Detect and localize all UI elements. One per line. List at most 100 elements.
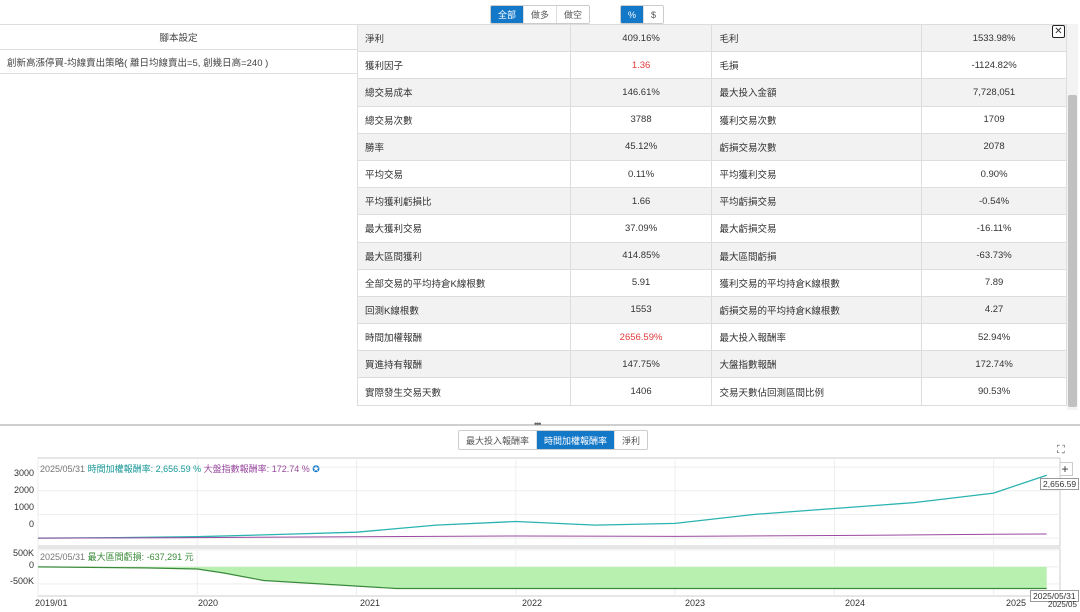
legend-twr-value: 2,656.59 % (155, 464, 202, 474)
stat-value: -63.73% (921, 241, 1067, 270)
stat-label: 平均獲利交易 (711, 159, 923, 189)
splitter-grip-icon[interactable]: ••• (534, 419, 542, 429)
direction-toggle: 全部 做多 做空 (490, 5, 591, 24)
performance-stats-table: 淨利 409.16% 毛利 1533.98% 獲利因子 1.36 毛損 -1124.82% 總交… (357, 23, 1067, 406)
stat-value: 1553 (569, 295, 713, 325)
stat-value: -16.11% (921, 214, 1067, 243)
stat-value: 3788 (569, 105, 713, 134)
y-tick: 0 (28, 560, 34, 570)
stats-row: 淨利 409.16% 毛利 1533.98% (357, 23, 1067, 53)
x-tick: 2021 (360, 598, 381, 608)
stat-label: 毛利 (711, 23, 923, 53)
drawdown-area (38, 566, 1047, 589)
stats-row: 時間加權報酬 2656.59% 最大投入報酬率 52.94% (357, 323, 1067, 352)
x-tick-end: 2025/05 (1048, 600, 1077, 609)
stat-label: 總交易次數 (357, 105, 571, 134)
series-line (37, 474, 1047, 539)
stat-label: 虧損交易的平均持倉K線根數 (711, 295, 923, 325)
stat-value: 2656.59% (569, 323, 713, 352)
stats-row: 獲利因子 1.36 毛損 -1124.82% (357, 51, 1067, 80)
unit-dollar-button[interactable]: $ (644, 6, 664, 23)
stat-value: 1.36 (569, 51, 713, 80)
stat-value: 1.66 (569, 187, 713, 216)
legend-twr-name: 時間加權報酬率 (87, 464, 151, 474)
series-line (37, 533, 1047, 539)
x-tick: 2020 (198, 598, 219, 608)
tab-time-weighted-return[interactable]: 時間加權報酬率 (537, 431, 616, 449)
legend-index-value: 172.74 % (271, 464, 310, 474)
y-tick: 3000 (13, 468, 34, 478)
unit-percent-button[interactable]: % (621, 6, 645, 23)
stat-label: 勝率 (357, 132, 571, 161)
fullscreen-icon[interactable]: ⛶ (1057, 444, 1065, 457)
stat-value: 90.53% (921, 377, 1067, 406)
strategy-name[interactable]: 創新高漲停買-均線賣出策略( 離日均線賣出=5, 創幾日高=240 ) (0, 50, 357, 74)
stat-label: 獲利因子 (357, 51, 571, 80)
stat-label: 全部交易的平均持倉K線根數 (357, 268, 571, 297)
stat-label: 回測K線根數 (357, 295, 571, 325)
stat-value: 7.89 (921, 268, 1067, 297)
tab-max-invest-return[interactable]: 最大投入報酬率 (459, 431, 538, 449)
x-tick: 2025 (1006, 598, 1027, 608)
chart2-legend-date: 2025/05/31 (40, 552, 86, 562)
stat-label: 平均交易 (357, 159, 571, 189)
stat-label: 最大獲利交易 (357, 214, 571, 243)
script-settings-panel: 腳本設定 創新高漲停買-均線賣出策略( 離日均線賣出=5, 創幾日高=240 ) (0, 24, 357, 404)
zoom-in-button[interactable]: + (1057, 462, 1073, 476)
stat-value: -1124.82% (921, 51, 1067, 80)
stats-row: 買進持有報酬 147.75% 大盤指數報酬 172.74% (357, 350, 1067, 379)
stat-value: 0.90% (921, 159, 1067, 189)
legend-settings-icon[interactable]: ✪ (312, 464, 320, 474)
chart2-legend: 2025/05/31 最大區間虧損: -637,291 元 (40, 552, 194, 562)
y-tick: 0 (28, 519, 34, 529)
stat-value: 5.91 (569, 268, 713, 297)
stats-row: 勝率 45.12% 虧損交易次數 2078 (357, 132, 1067, 161)
legend-mdd-value: -637,291 元 (146, 552, 194, 562)
stat-value: 1406 (569, 377, 713, 406)
stat-label: 平均虧損交易 (711, 187, 923, 216)
stat-label: 交易天數佔回測區間比例 (711, 377, 923, 406)
stat-value: 45.12% (569, 132, 713, 161)
stat-label: 最大投入報酬率 (711, 323, 923, 352)
stat-label: 實際發生交易天數 (357, 377, 571, 406)
stat-label: 最大虧損交易 (711, 214, 923, 243)
unit-toggle: % $ (620, 5, 665, 24)
stat-label: 平均獲利虧損比 (357, 187, 571, 216)
drawdown-line (37, 566, 1047, 590)
chart-tabs: 最大投入報酬率 時間加權報酬率 淨利 (458, 430, 649, 450)
x-tick: 2019/01 (35, 598, 68, 608)
scrollbar-thumb[interactable] (1068, 95, 1077, 407)
stat-value: 2078 (921, 132, 1067, 161)
stat-label: 淨利 (357, 23, 571, 53)
y-tick: 500K (12, 548, 34, 558)
close-button[interactable]: ✕ (1052, 25, 1065, 38)
stats-row: 總交易次數 3788 獲利交易次數 1709 (357, 105, 1067, 134)
stats-row: 平均交易 0.11% 平均獲利交易 0.90% (357, 159, 1067, 189)
stat-label: 時間加權報酬 (357, 323, 571, 352)
filter-all-button[interactable]: 全部 (491, 6, 525, 23)
stat-label: 最大區間虧損 (711, 241, 923, 270)
stats-row: 平均獲利虧損比 1.66 平均虧損交易 -0.54% (357, 187, 1067, 216)
y-tick: 1000 (13, 502, 34, 512)
stat-label: 大盤指數報酬 (711, 350, 923, 379)
stat-value: 1533.98% (921, 23, 1067, 53)
stat-value: 7,728,051 (921, 78, 1067, 107)
stats-row: 總交易成本 146.61% 最大投入金額 7,728,051 (357, 78, 1067, 107)
stats-row: 全部交易的平均持倉K線根數 5.91 獲利交易的平均持倉K線根數 7.89 (357, 268, 1067, 297)
stat-value: 146.61% (569, 78, 713, 107)
chart1-end-value-label: 2,656.59 (1040, 478, 1080, 490)
tab-net-profit[interactable]: 淨利 (615, 431, 648, 449)
stat-label: 最大投入金額 (711, 78, 923, 107)
stats-row: 最大獲利交易 37.09% 最大虧損交易 -16.11% (357, 214, 1067, 243)
stat-value: 414.85% (569, 241, 713, 270)
filter-short-button[interactable]: 做空 (557, 6, 590, 23)
stat-value: 52.94% (921, 323, 1067, 352)
script-settings-header: 腳本設定 (0, 24, 357, 50)
stats-row: 最大區間獲利 414.85% 最大區間虧損 -63.73% (357, 241, 1067, 270)
stat-value: 409.16% (569, 23, 713, 53)
stats-row: 回測K線根數 1553 虧損交易的平均持倉K線根數 4.27 (357, 295, 1067, 325)
stat-label: 買進持有報酬 (357, 350, 571, 379)
y-tick: 2000 (13, 485, 34, 495)
filter-long-button[interactable]: 做多 (524, 6, 558, 23)
stat-label: 獲利交易次數 (711, 105, 923, 134)
